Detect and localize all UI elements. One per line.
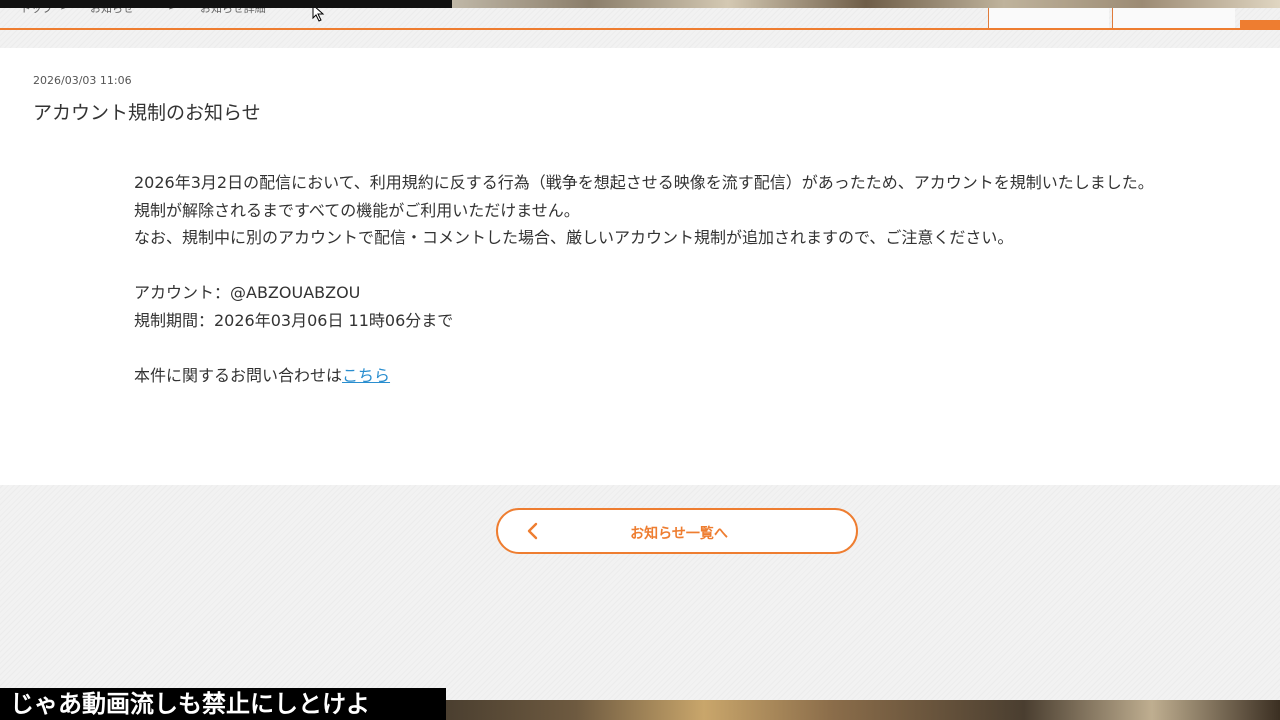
notice-paragraph: なお、規制中に別のアカウントで配信・コメントした場合、厳しいアカウント規制が追加… — [134, 228, 1014, 247]
notice-date: 2026/03/03 11:06 — [33, 74, 132, 87]
background-collage-top — [452, 0, 1280, 8]
breadcrumb-item-news[interactable]: お知らせ — [90, 8, 134, 16]
notice-period: 規制期間：2026年03月06日 11時06分まで — [134, 310, 454, 330]
header-nav — [980, 8, 1280, 28]
notice-paragraph: 規制が解除されるまですべての機能がご利用いただけません。 — [134, 200, 580, 220]
notice-card: 2026/03/03 11:06 アカウント規制のお知らせ 2026年3月2日の… — [0, 48, 1280, 485]
mouse-cursor-icon — [312, 8, 325, 22]
notice-paragraph: 2026年3月2日の配信において、利用規約に反する行為（戦争を想起させる映像を流… — [134, 173, 1154, 192]
breadcrumb-separator: > — [168, 8, 177, 13]
notice-title: アカウント規制のお知らせ — [33, 102, 261, 124]
contact-prefix: 本件に関するお問い合わせは — [134, 365, 343, 385]
breadcrumb-item-top[interactable]: トップ — [20, 8, 53, 16]
back-button-label: お知らせ一覧へ — [630, 526, 728, 542]
notice-account: アカウント：@ABZOUABZOU — [134, 283, 361, 302]
header-nav-item[interactable] — [1112, 8, 1235, 28]
back-to-list-button[interactable]: お知らせ一覧へ — [496, 508, 858, 554]
video-subtitle: じゃあ動画流しも禁止にしとけよ — [0, 688, 446, 720]
notice-page: トップ > お知らせ > お知らせ詳細 2026/03/03 11:06 アカウ… — [0, 8, 1280, 700]
header-accent-line — [0, 28, 1280, 30]
breadcrumb-item-current: お知らせ詳細 — [200, 8, 266, 15]
header-nav-item[interactable] — [988, 8, 1109, 28]
notice-body: 2026年3月2日の配信において、利用規約に反する行為（戦争を想起させる映像を流… — [134, 169, 1234, 389]
notice-contact: 本件に関するお問い合わせはこちら — [134, 362, 1234, 390]
contact-link[interactable]: こちら — [342, 366, 390, 385]
breadcrumb-separator: > — [60, 8, 69, 13]
